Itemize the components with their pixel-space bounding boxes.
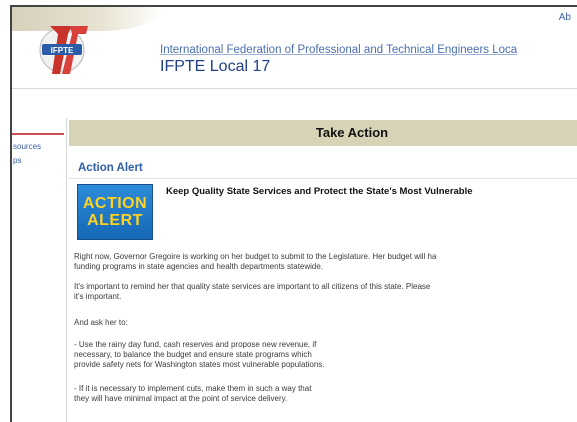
sidebar-item-resources[interactable]: sources: [13, 142, 41, 151]
ifpte-logo[interactable]: IFPTE: [36, 20, 92, 78]
page-title: Take Action: [69, 120, 577, 146]
sidebar-item-links[interactable]: ps: [13, 156, 21, 165]
logo-graphic: IFPTE: [39, 26, 88, 74]
logo-text: IFPTE: [51, 46, 74, 55]
paragraph-line: - If it is necessary to implement cuts, …: [74, 384, 312, 393]
paragraph-line: Right now, Governor Gregoire is working …: [74, 252, 437, 261]
paragraph-line: it's important.: [74, 292, 122, 301]
top-right-link[interactable]: Ab: [559, 12, 571, 23]
org-name-link[interactable]: International Federation of Professional…: [160, 44, 517, 56]
local-name-title: IFPTE Local 17: [160, 58, 271, 75]
paragraph-line: It's important to remind her that qualit…: [74, 282, 431, 291]
frame-border-top: [10, 5, 577, 7]
frame-border-left: [10, 5, 12, 422]
section-divider: [69, 178, 577, 179]
sidebar-accent-line: [12, 133, 64, 135]
paragraph-line: provide safety nets for Washington state…: [74, 360, 325, 369]
action-alert-badge: ACTION ALERT: [77, 184, 153, 240]
sidebar-divider: [66, 118, 67, 422]
paragraph-line: necessary, to balance the budget and ens…: [74, 350, 312, 359]
paragraph-line: funding programs in state agencies and h…: [74, 262, 324, 271]
alert-headline: Keep Quality State Services and Protect …: [166, 186, 473, 197]
header-divider: [12, 88, 577, 89]
paragraph-line: And ask her to:: [74, 318, 128, 327]
badge-line-1: ACTION: [82, 195, 148, 212]
paragraph-line: - Use the rainy day fund, cash reserves …: [74, 340, 317, 349]
paragraph-line: they will have minimal impact at the poi…: [74, 394, 288, 403]
screenshot-page: Ab IFPTE International Federation of Pro…: [0, 0, 577, 422]
section-title: Action Alert: [78, 162, 143, 174]
badge-line-2: ALERT: [87, 212, 143, 229]
